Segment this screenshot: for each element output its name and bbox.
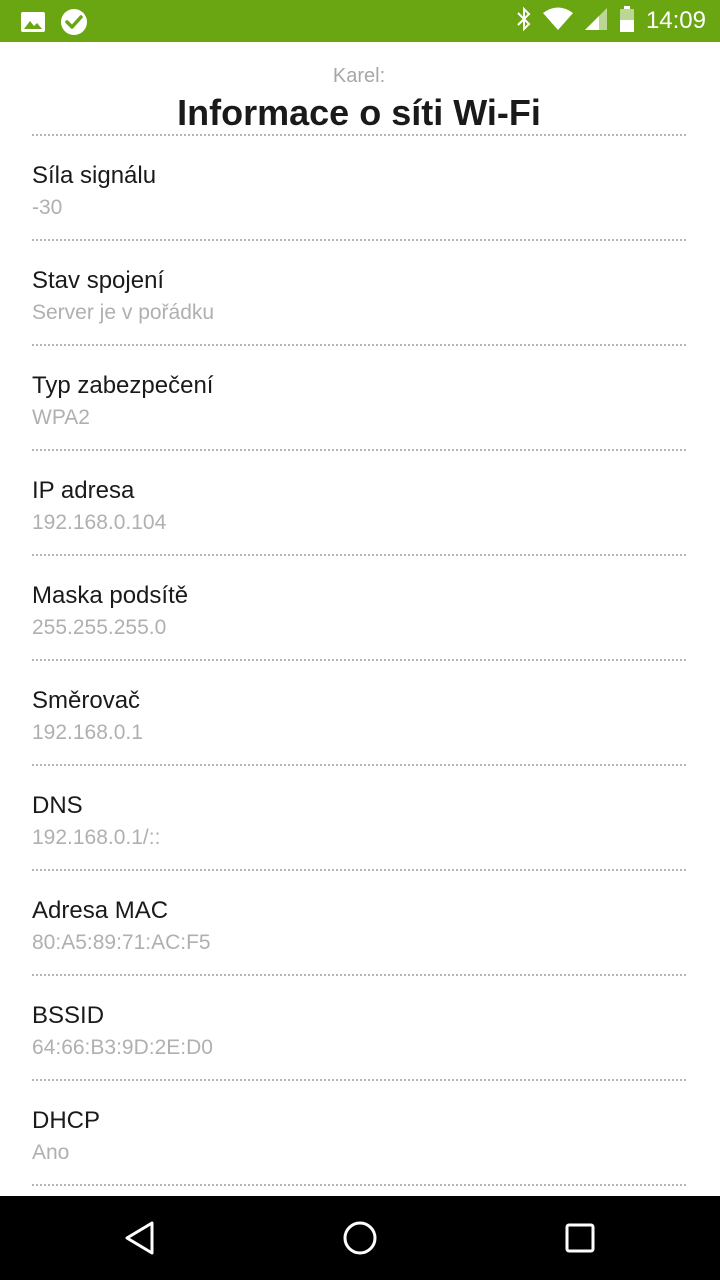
item-label: Směrovač [32, 687, 141, 714]
item-value: 64:66:B3:9D:2E:D0 [32, 1036, 213, 1059]
item-label: DHCP [32, 1107, 101, 1134]
item-value: 192.168.0.1/:: [32, 826, 161, 849]
status-bar-system: 14:09 [516, 5, 706, 38]
check-circle-icon [60, 8, 88, 41]
item-label: IP adresa [32, 477, 135, 504]
item-value: 192.168.0.1 [32, 721, 143, 744]
item-value: -30 [32, 196, 63, 219]
page-header: Karel: Informace o síti Wi-Fi [32, 42, 686, 136]
status-time: 14:09 [645, 7, 706, 34]
list-item-security-type: Typ zabezpečení WPA2 [32, 346, 686, 451]
item-value: 192.168.0.104 [32, 511, 167, 534]
wifi-info-list: Síla signálu -30 Stav spojení Server je … [32, 136, 686, 1186]
item-label: Maska podsítě [32, 582, 189, 609]
list-item-signal-strength: Síla signálu -30 [32, 136, 686, 241]
back-icon [125, 1221, 154, 1255]
list-item-bssid: BSSID 64:66:B3:9D:2E:D0 [32, 976, 686, 1081]
page-title: Informace o síti Wi-Fi [177, 92, 541, 133]
recents-button[interactable] [556, 1214, 604, 1262]
item-value: WPA2 [32, 406, 90, 429]
bluetooth-icon [516, 6, 532, 37]
recents-icon [565, 1223, 595, 1253]
back-button[interactable] [116, 1214, 164, 1262]
status-bar-notifications [20, 8, 88, 41]
item-value: Server je v pořádku [32, 301, 215, 324]
list-item-connection-status: Stav spojení Server je v pořádku [32, 241, 686, 346]
home-button[interactable] [336, 1214, 384, 1262]
list-item-subnet-mask: Maska podsítě 255.255.255.0 [32, 556, 686, 661]
list-item-dhcp: DHCP Ano [32, 1081, 686, 1186]
item-value: 255.255.255.0 [32, 616, 167, 639]
item-label: Typ zabezpečení [32, 372, 214, 399]
network-name-label: Karel: [332, 65, 386, 87]
item-value: Ano [32, 1141, 70, 1164]
navigation-bar [0, 1196, 720, 1280]
status-bar: 14:09 [0, 0, 720, 42]
item-label: Adresa MAC [32, 897, 169, 924]
wifi-icon [542, 6, 574, 37]
image-icon [20, 9, 46, 40]
cell-signal-icon [584, 6, 608, 37]
list-item-mac-address: Adresa MAC 80:A5:89:71:AC:F5 [32, 871, 686, 976]
battery-icon [618, 5, 636, 38]
item-label: Stav spojení [32, 267, 165, 294]
list-item-dns: DNS 192.168.0.1/:: [32, 766, 686, 871]
item-label: Síla signálu [32, 162, 157, 189]
item-label: DNS [32, 792, 83, 819]
list-item-router: Směrovač 192.168.0.1 [32, 661, 686, 766]
list-item-ip-address: IP adresa 192.168.0.104 [32, 451, 686, 556]
home-icon [343, 1221, 377, 1255]
item-label: BSSID [32, 1002, 105, 1029]
item-value: 80:A5:89:71:AC:F5 [32, 931, 211, 954]
